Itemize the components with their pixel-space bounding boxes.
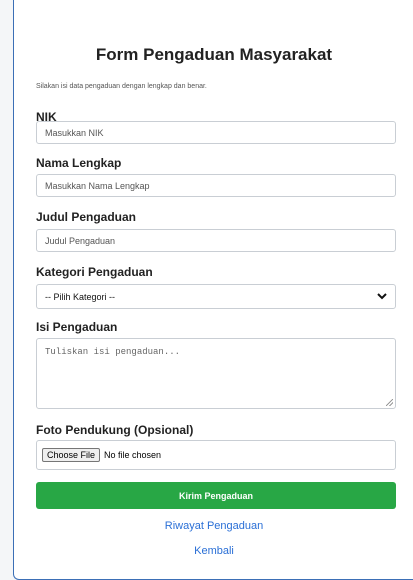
isi-textarea[interactable]: Tuliskan isi pengaduan...: [36, 338, 396, 409]
kembali-link[interactable]: Kembali: [14, 545, 413, 557]
file-status-text: No file chosen: [104, 450, 162, 460]
nik-placeholder: Masukkan NIK: [45, 127, 104, 138]
judul-input[interactable]: Judul Pengaduan: [36, 229, 396, 252]
nama-input[interactable]: Masukkan Nama Lengkap: [36, 174, 396, 197]
page-title: Form Pengaduan Masyarakat: [95, 45, 333, 64]
resize-handle-icon[interactable]: [386, 399, 393, 406]
kategori-select[interactable]: -- Pilih Kategori --: [36, 284, 396, 309]
complaint-form-card: Form Pengaduan Masyarakat Silakan isi da…: [13, 0, 413, 580]
nama-label: Nama Lengkap: [36, 156, 122, 170]
judul-label: Judul Pengaduan: [36, 210, 137, 224]
chevron-down-icon: [377, 292, 387, 302]
foto-label: Foto Pendukung (Opsional): [36, 423, 194, 437]
choose-file-button[interactable]: Choose File: [42, 448, 101, 462]
kategori-label: Kategori Pengaduan: [36, 265, 153, 279]
form-subtitle: Silakan isi data pengaduan dengan lengka…: [36, 83, 207, 90]
kategori-selected: -- Pilih Kategori --: [45, 291, 116, 302]
submit-button[interactable]: Kirim Pengaduan: [36, 482, 396, 509]
isi-label: Isi Pengaduan: [36, 320, 118, 334]
foto-file-input[interactable]: Choose File No file chosen: [36, 440, 396, 470]
nama-placeholder: Masukkan Nama Lengkap: [45, 180, 150, 191]
riwayat-link[interactable]: Riwayat Pengaduan: [14, 520, 413, 532]
isi-placeholder: Tuliskan isi pengaduan...: [45, 347, 181, 357]
nik-input[interactable]: Masukkan NIK: [36, 121, 396, 144]
judul-placeholder: Judul Pengaduan: [45, 235, 116, 246]
